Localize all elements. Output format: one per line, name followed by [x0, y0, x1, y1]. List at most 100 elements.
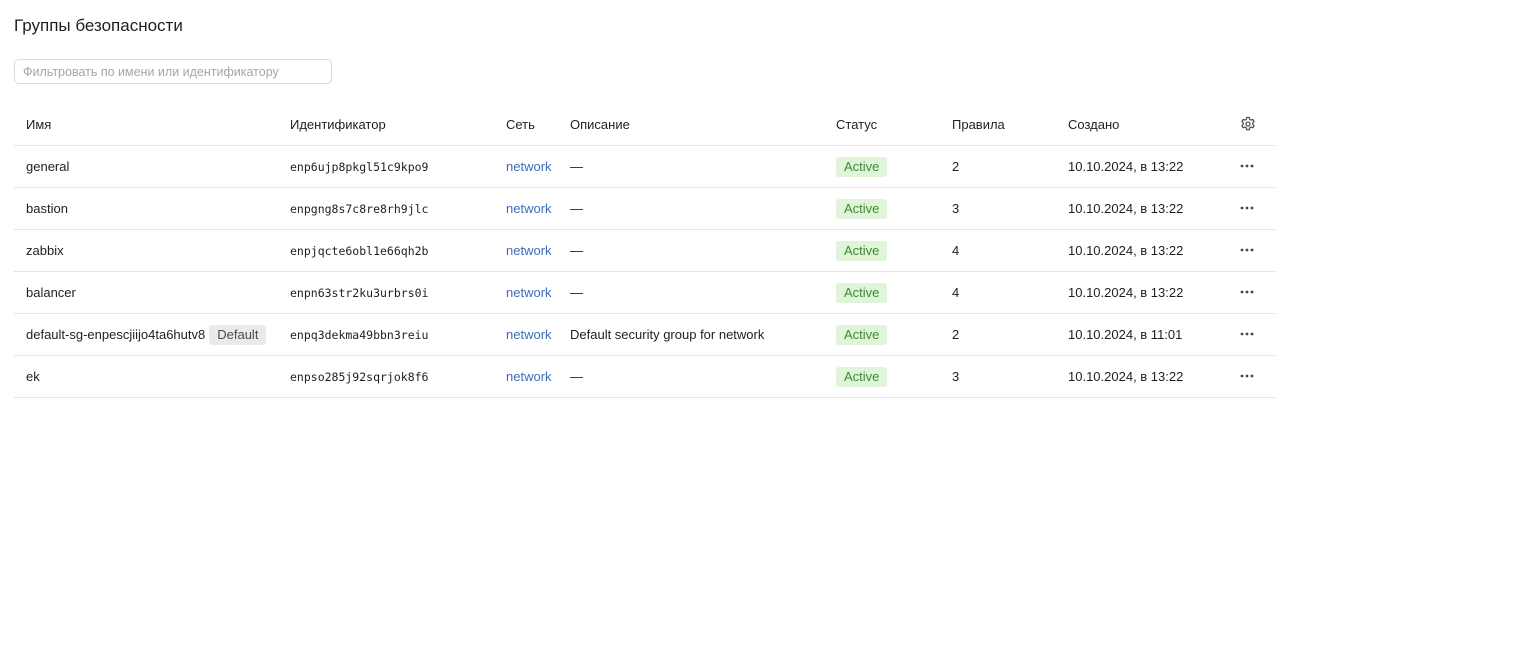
table-row[interactable]: default-sg-enpescjiijo4ta6hutv8 Default e…	[14, 313, 1275, 356]
cell-id: enp6ujp8pkgl51c9kpo9	[278, 145, 494, 188]
filter-input[interactable]	[14, 59, 332, 84]
security-group-id: enpjqcte6obl1e66qh2b	[290, 244, 429, 258]
column-header-status[interactable]: Статус	[824, 104, 940, 146]
table-row[interactable]: bastion enpgng8s7c8re8rh9jlc network — A…	[14, 187, 1275, 230]
network-link[interactable]: network	[506, 285, 552, 300]
cell-name: ek	[14, 355, 278, 398]
more-horizontal-icon	[1240, 332, 1254, 336]
cell-created: 10.10.2024, в 13:22	[1056, 145, 1226, 188]
cell-status: Active	[824, 187, 940, 230]
cell-rules: 3	[940, 355, 1056, 398]
status-badge: Active	[836, 240, 888, 261]
security-group-id: enpn63str2ku3urbrs0i	[290, 286, 429, 300]
cell-status: Active	[824, 313, 940, 356]
cell-name: zabbix	[14, 229, 278, 272]
rules-count: 2	[952, 159, 960, 174]
cell-id: enpq3dekma49bbn3reiu	[278, 313, 494, 356]
table-row[interactable]: ek enpso285j92sqrjok8f6 network — Active…	[14, 355, 1275, 398]
row-actions-button[interactable]	[1237, 366, 1257, 386]
cell-rules: 3	[940, 187, 1056, 230]
rules-count: 4	[952, 243, 960, 258]
rules-count: 3	[952, 201, 960, 216]
status-badge: Active	[836, 324, 888, 345]
more-horizontal-icon	[1240, 248, 1254, 252]
more-horizontal-icon	[1240, 164, 1254, 168]
cell-actions	[1226, 229, 1275, 272]
column-header-created[interactable]: Создано	[1056, 104, 1226, 146]
created-date: 10.10.2024, в 13:22	[1068, 369, 1184, 384]
cell-network: network	[494, 313, 558, 356]
security-group-name[interactable]: zabbix	[26, 243, 64, 258]
column-header-rules[interactable]: Правила	[940, 104, 1056, 146]
network-link[interactable]: network	[506, 369, 552, 384]
column-header-id[interactable]: Идентификатор	[278, 104, 494, 146]
cell-rules: 2	[940, 313, 1056, 356]
security-group-id: enpso285j92sqrjok8f6	[290, 370, 429, 384]
network-link[interactable]: network	[506, 243, 552, 258]
cell-actions	[1226, 355, 1275, 398]
cell-created: 10.10.2024, в 11:01	[1056, 313, 1226, 356]
security-group-name[interactable]: bastion	[26, 201, 68, 216]
security-group-name[interactable]: ek	[26, 369, 40, 384]
table-settings-button[interactable]	[1239, 115, 1257, 133]
cell-status: Active	[824, 229, 940, 272]
cell-network: network	[494, 145, 558, 188]
network-link[interactable]: network	[506, 327, 552, 342]
description-text: —	[570, 159, 583, 174]
cell-name: bastion	[14, 187, 278, 230]
cell-actions	[1226, 313, 1275, 356]
security-group-id: enpq3dekma49bbn3reiu	[290, 328, 429, 342]
security-groups-page: Группы безопасности Имя Идентификатор Се…	[0, 0, 1520, 654]
row-actions-button[interactable]	[1237, 156, 1257, 176]
cell-name: general	[14, 145, 278, 188]
cell-description: —	[558, 229, 824, 272]
created-date: 10.10.2024, в 13:22	[1068, 243, 1184, 258]
more-horizontal-icon	[1240, 374, 1254, 378]
description-text: —	[570, 243, 583, 258]
cell-network: network	[494, 229, 558, 272]
description-text: —	[570, 369, 583, 384]
security-group-id: enpgng8s7c8re8rh9jlc	[290, 202, 429, 216]
cell-actions	[1226, 271, 1275, 314]
cell-id: enpso285j92sqrjok8f6	[278, 355, 494, 398]
default-badge: Default	[209, 324, 267, 345]
network-link[interactable]: network	[506, 201, 552, 216]
table-row[interactable]: zabbix enpjqcte6obl1e66qh2b network — Ac…	[14, 229, 1275, 272]
more-horizontal-icon	[1240, 290, 1254, 294]
status-badge: Active	[836, 198, 888, 219]
created-date: 10.10.2024, в 13:22	[1068, 159, 1184, 174]
cell-description: Default security group for network	[558, 313, 824, 356]
column-header-name[interactable]: Имя	[14, 104, 278, 146]
security-group-name[interactable]: balancer	[26, 285, 76, 300]
security-group-name[interactable]: default-sg-enpescjiijo4ta6hutv8	[26, 327, 205, 342]
more-horizontal-icon	[1240, 206, 1254, 210]
row-actions-button[interactable]	[1237, 282, 1257, 302]
row-actions-button[interactable]	[1237, 324, 1257, 344]
cell-network: network	[494, 187, 558, 230]
security-group-name[interactable]: general	[26, 159, 69, 174]
security-groups-table: Имя Идентификатор Сеть Описание Статус П…	[14, 104, 1275, 398]
column-header-network[interactable]: Сеть	[494, 104, 558, 146]
rules-count: 4	[952, 285, 960, 300]
created-date: 10.10.2024, в 13:22	[1068, 285, 1184, 300]
row-actions-button[interactable]	[1237, 240, 1257, 260]
cell-network: network	[494, 355, 558, 398]
network-link[interactable]: network	[506, 159, 552, 174]
security-group-id: enp6ujp8pkgl51c9kpo9	[290, 160, 429, 174]
cell-description: —	[558, 355, 824, 398]
cell-status: Active	[824, 145, 940, 188]
column-header-description[interactable]: Описание	[558, 104, 824, 146]
cell-actions	[1226, 145, 1275, 188]
table-row[interactable]: general enp6ujp8pkgl51c9kpo9 network — A…	[14, 145, 1275, 188]
cell-description: —	[558, 187, 824, 230]
cell-name: default-sg-enpescjiijo4ta6hutv8 Default	[14, 313, 278, 356]
status-badge: Active	[836, 282, 888, 303]
row-actions-button[interactable]	[1237, 198, 1257, 218]
description-text: —	[570, 201, 583, 216]
cell-network: network	[494, 271, 558, 314]
cell-description: —	[558, 145, 824, 188]
cell-rules: 2	[940, 145, 1056, 188]
table-header-row: Имя Идентификатор Сеть Описание Статус П…	[14, 104, 1275, 146]
table-row[interactable]: balancer enpn63str2ku3urbrs0i network — …	[14, 271, 1275, 314]
cell-created: 10.10.2024, в 13:22	[1056, 355, 1226, 398]
